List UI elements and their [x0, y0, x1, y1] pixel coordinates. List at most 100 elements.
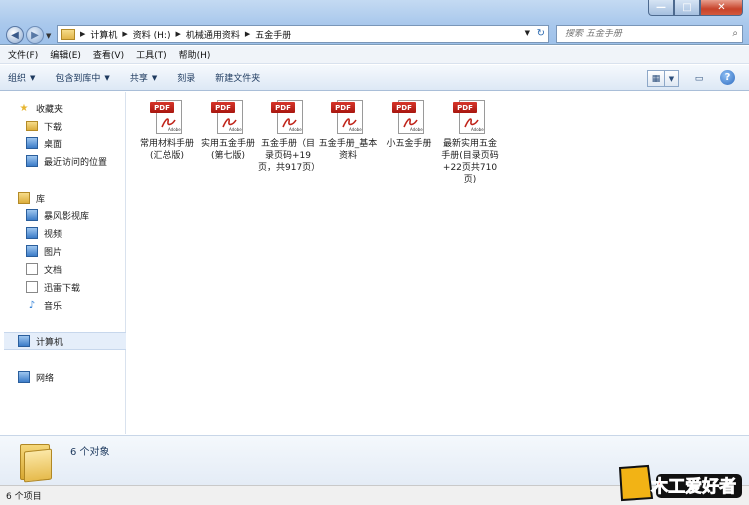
nav-libraries[interactable]: 库 [18, 190, 45, 206]
minimize-button[interactable]: — [648, 0, 674, 16]
recent-places-icon [26, 155, 38, 167]
chevron-right-icon[interactable]: ▶ [80, 30, 85, 38]
caret-down-icon: ▼ [668, 74, 675, 83]
nav-storm-video-label: 暴风影视库 [44, 211, 90, 222]
nav-network-label: 网络 [36, 373, 55, 384]
pdf-file-icon: PDF Adobe [269, 98, 307, 136]
menu-view[interactable]: 查看(V) [93, 48, 124, 61]
nav-pictures[interactable]: 图片 [26, 243, 62, 259]
computer-icon [18, 335, 30, 347]
file-name: 实用五金手册 (第七版) [200, 139, 255, 161]
title-bar: — □ ✕ ◀ ▶ ▼ ▶ 计算机 ▶ 资料 (H:) ▶ 机械通用资料 ▶ 五… [0, 0, 749, 45]
item-count: 6 个项目 [6, 492, 42, 502]
recent-pages-dropdown[interactable]: ▼ [46, 32, 51, 40]
breadcrumb-drive-h[interactable]: 资料 (H:) [133, 28, 171, 41]
caret-down-icon: ▼ [30, 73, 36, 82]
nav-desktop-label: 桌面 [44, 139, 63, 150]
chevron-right-icon[interactable]: ▶ [175, 30, 180, 38]
breadcrumb-hardware-manual[interactable]: 五金手册 [255, 28, 291, 41]
nav-videos[interactable]: 视频 [26, 225, 62, 241]
desktop-icon [26, 137, 38, 149]
pdf-badge: PDF [392, 102, 416, 113]
file-name: 五金手册（目录页码+19页，共917页） [258, 139, 321, 173]
file-item[interactable]: PDF Adobe 五金手册_基本资料 [318, 98, 378, 162]
organize-button[interactable]: 组织 ▼ [8, 71, 36, 85]
nav-desktop[interactable]: 桌面 [26, 135, 62, 151]
nav-documents-label: 文档 [44, 265, 63, 276]
back-button[interactable]: ◀ [6, 26, 24, 44]
picture-icon [26, 245, 38, 257]
library-icon [18, 192, 30, 204]
close-button[interactable]: ✕ [700, 0, 743, 16]
nav-recent-places[interactable]: 最近访问的位置 [26, 153, 107, 169]
menu-tools[interactable]: 工具(T) [136, 48, 167, 61]
burn-button[interactable]: 刻录 [177, 71, 195, 84]
forward-button[interactable]: ▶ [26, 26, 44, 44]
document-icon [26, 263, 38, 275]
video-icon [26, 227, 38, 239]
adobe-label: Adobe [471, 127, 484, 132]
nav-favorites[interactable]: ★ 收藏夹 [18, 100, 64, 116]
share-button[interactable]: 共享 ▼ [130, 71, 157, 85]
menu-edit[interactable]: 编辑(E) [50, 48, 81, 61]
search-box[interactable]: ⌕ [556, 25, 743, 43]
adobe-label: Adobe [168, 127, 181, 132]
organize-label: 组织 [8, 74, 27, 84]
pdf-badge: PDF [271, 102, 295, 113]
pdf-badge: PDF [150, 102, 174, 113]
file-item[interactable]: PDF Adobe 五金手册（目录页码+19页，共917页） [258, 98, 321, 174]
nav-computer[interactable]: 计算机 [18, 333, 63, 349]
pdf-badge: PDF [211, 102, 235, 113]
adobe-label: Adobe [289, 127, 302, 132]
nav-thunder-label: 迅雷下载 [44, 283, 81, 294]
file-item[interactable]: PDF Adobe 小五金手册 [379, 98, 439, 150]
change-view-button[interactable]: ▦ [647, 70, 665, 87]
file-name: 五金手册_基本资料 [318, 139, 378, 161]
arrow-left-icon: ◀ [11, 29, 19, 41]
chevron-right-icon[interactable]: ▶ [122, 30, 127, 38]
pdf-file-icon: PDF Adobe [148, 98, 186, 136]
video-library-icon [26, 209, 38, 221]
watermark-text: 木工爱好者 [650, 476, 736, 497]
nav-network[interactable]: 网络 [18, 369, 54, 385]
file-item[interactable]: PDF Adobe 常用材料手册(汇总版) [137, 98, 197, 162]
nav-downloads[interactable]: 下载 [26, 118, 62, 134]
new-folder-button[interactable]: 新建文件夹 [215, 71, 260, 84]
search-input[interactable] [565, 29, 725, 39]
breadcrumb-mechanical-data[interactable]: 机械通用资料 [186, 28, 240, 41]
maximize-button[interactable]: □ [674, 0, 700, 16]
help-icon[interactable]: ? [720, 70, 735, 85]
file-name: 常用材料手册(汇总版) [139, 139, 194, 161]
address-bar[interactable]: ▶ 计算机 ▶ 资料 (H:) ▶ 机械通用资料 ▶ 五金手册 ▼ ↻ [57, 25, 549, 43]
preview-pane-button[interactable]: ▭ [690, 70, 708, 87]
search-icon[interactable]: ⌕ [732, 28, 738, 39]
caret-down-icon: ▼ [104, 73, 110, 82]
adobe-label: Adobe [410, 127, 423, 132]
nav-music[interactable]: ♪ 音乐 [26, 297, 62, 313]
pdf-file-icon: PDF Adobe [390, 98, 428, 136]
view-options-dropdown[interactable]: ▼ [665, 70, 679, 87]
address-dropdown-icon[interactable]: ▼ [525, 29, 530, 37]
navigation-pane: ★ 收藏夹 下载 桌面 最近访问的位置 库 暴风影视库 视频 图片 文档 迅雷下… [0, 92, 126, 434]
include-in-library-button[interactable]: 包含到库中 ▼ [55, 71, 110, 85]
file-item[interactable]: PDF Adobe 最新实用五金手册(目录页码+22页共710页) [440, 98, 500, 186]
nav-storm-video[interactable]: 暴风影视库 [26, 207, 89, 223]
menu-file[interactable]: 文件(F) [8, 48, 38, 61]
nav-recent-label: 最近访问的位置 [44, 157, 108, 168]
chevron-right-icon[interactable]: ▶ [245, 30, 250, 38]
refresh-icon[interactable]: ↻ [537, 28, 545, 39]
pdf-badge: PDF [453, 102, 477, 113]
nav-thunder-downloads[interactable]: 迅雷下载 [26, 279, 80, 295]
nav-documents[interactable]: 文档 [26, 261, 62, 277]
thunder-folder-icon [26, 281, 38, 293]
nav-libraries-label: 库 [36, 194, 46, 205]
arrow-right-icon: ▶ [31, 29, 39, 41]
file-item[interactable]: PDF Adobe 实用五金手册 (第七版) [198, 98, 258, 162]
breadcrumb-computer[interactable]: 计算机 [90, 28, 117, 41]
menu-help[interactable]: 帮助(H) [179, 48, 211, 61]
menu-bar: 文件(F) 编辑(E) 查看(V) 工具(T) 帮助(H) [0, 46, 749, 64]
pdf-file-icon: PDF Adobe [451, 98, 489, 136]
file-name: 小五金手册 [386, 139, 432, 149]
file-list: PDF Adobe 常用材料手册(汇总版) PDF Adobe 实用五金手册 (… [127, 92, 749, 434]
adobe-label: Adobe [229, 127, 242, 132]
